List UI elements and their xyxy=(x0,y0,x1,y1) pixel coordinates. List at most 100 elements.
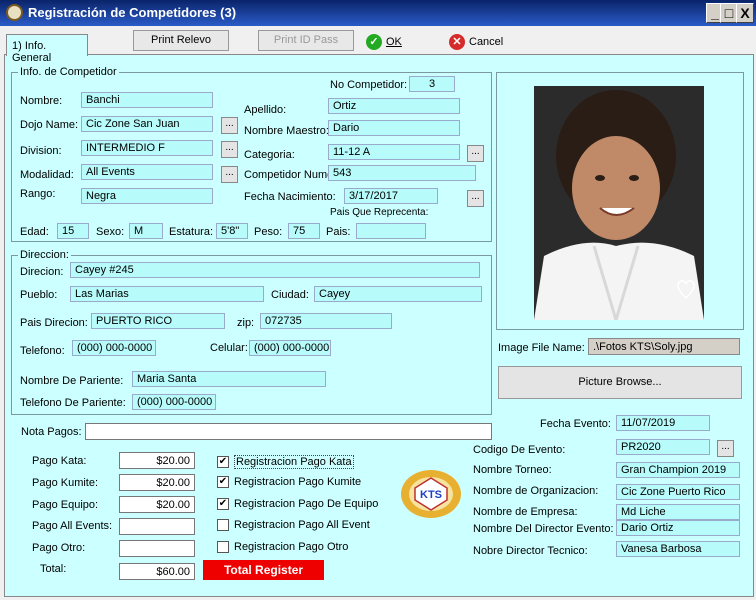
modalidad-browse-button[interactable]: ... xyxy=(221,166,238,183)
pueblo-field[interactable]: Las Marias xyxy=(70,286,264,302)
modalidad-field[interactable]: All Events xyxy=(81,164,213,180)
close-button[interactable]: X xyxy=(736,3,754,23)
fecha-evento-field[interactable]: 11/07/2019 xyxy=(616,415,710,431)
competitor-photo xyxy=(534,86,704,320)
ok-button[interactable]: ✓ OK xyxy=(366,33,402,51)
check-pago-otro-label: Registracion Pago Otro xyxy=(234,541,349,553)
app-icon xyxy=(6,4,23,21)
right-eye-shape xyxy=(629,175,639,181)
zip-label: zip: xyxy=(237,317,255,329)
codigo-evento-browse-button[interactable]: ... xyxy=(717,440,734,457)
nota-pagos-field[interactable] xyxy=(85,423,492,440)
categoria-browse-button[interactable]: ... xyxy=(467,145,484,162)
cancel-button[interactable]: ✕ Cancel xyxy=(449,33,503,51)
division-label: Division: xyxy=(20,145,62,157)
director-evento-label: Nombre Del Director Evento: xyxy=(473,523,614,535)
checkbox-kata[interactable]: ✔ xyxy=(217,456,229,468)
sexo-field[interactable]: M xyxy=(129,223,163,239)
rango-field[interactable]: Negra xyxy=(81,188,213,204)
no-competidor-field[interactable]: 3 xyxy=(409,76,455,92)
fecha-evento-label: Fecha Evento: xyxy=(540,418,611,430)
check-icon: ✓ xyxy=(366,34,382,50)
pago-equipo-field[interactable]: $20.00 xyxy=(119,496,195,513)
check-pago-otro[interactable]: Registracion Pago Otro xyxy=(217,541,348,553)
numero-field[interactable]: 543 xyxy=(328,165,476,181)
check-pago-all-event-label: Registracion Pago All Event xyxy=(234,519,370,531)
director-evento-field[interactable]: Dario Ortiz xyxy=(616,520,740,536)
pariente-field[interactable]: Maria Santa xyxy=(132,371,326,387)
competitor-group-title: Info. de Competidor xyxy=(18,66,119,78)
pais-direcion-label: Pais Direcion: xyxy=(20,317,88,329)
pago-kata-label: Pago Kata: xyxy=(32,455,87,467)
telefono-pariente-field[interactable]: (000) 000-0000 xyxy=(132,394,216,410)
print-relevo-button[interactable]: Print Relevo xyxy=(133,30,229,51)
checkbox-equipo[interactable]: ✔ xyxy=(217,498,229,510)
edad-field[interactable]: 15 xyxy=(57,223,89,239)
checkbox-kumite[interactable]: ✔ xyxy=(217,476,229,488)
total-register-button[interactable]: Total Register xyxy=(203,560,324,580)
nombre-label: Nombre: xyxy=(20,95,63,107)
check-pago-all-event[interactable]: Registracion Pago All Event xyxy=(217,519,370,531)
direcion-field[interactable]: Cayey #245 xyxy=(70,262,480,278)
nacimiento-browse-button[interactable]: ... xyxy=(467,190,484,207)
total-label: Total: xyxy=(40,563,67,575)
dojo-label: Dojo Name: xyxy=(20,119,79,131)
check-pago-equipo[interactable]: ✔ Registracion Pago De Equipo xyxy=(217,498,378,510)
picture-browse-button[interactable]: Picture Browse... xyxy=(498,366,742,399)
codigo-evento-field[interactable]: PR2020 xyxy=(616,439,710,455)
pago-kata-field[interactable]: $20.00 xyxy=(119,452,195,469)
empresa-label: Nombre de Empresa: xyxy=(473,506,578,518)
window-title: Registración de Competidores (3) xyxy=(28,5,237,20)
pago-all-events-field[interactable] xyxy=(119,518,195,535)
director-tecnico-label: Nobre Director Tecnico: xyxy=(473,545,588,557)
division-browse-button[interactable]: ... xyxy=(221,141,238,158)
pago-kumite-field[interactable]: $20.00 xyxy=(119,474,195,491)
pais-field[interactable] xyxy=(356,223,426,239)
estatura-field[interactable]: 5'8" xyxy=(216,223,248,239)
title-bar: Registración de Competidores (3) _ □ X xyxy=(0,0,756,26)
director-tecnico-field[interactable]: Vanesa Barbosa xyxy=(616,541,740,557)
direcion-label: Direcion: xyxy=(20,266,64,278)
tab-info-general[interactable]: 1) Info. General xyxy=(6,34,88,64)
rango-label: Rango: xyxy=(20,188,56,200)
dojo-field[interactable]: Cic Zone San Juan xyxy=(81,116,213,132)
pago-otro-field[interactable] xyxy=(119,540,195,557)
sexo-label: Sexo: xyxy=(96,226,125,238)
dojo-browse-button[interactable]: ... xyxy=(221,117,238,134)
image-file-field[interactable]: .\Fotos KTS\Soly.jpg xyxy=(588,338,740,355)
organizacion-field[interactable]: Cic Zone Puerto Rico xyxy=(616,484,740,500)
nacimiento-field[interactable]: 3/17/2017 xyxy=(344,188,438,204)
peso-field[interactable]: 75 xyxy=(288,223,320,239)
categoria-field[interactable]: 11-12 A xyxy=(328,144,460,160)
peso-label: Peso: xyxy=(254,226,283,238)
division-field[interactable]: INTERMEDIO F xyxy=(81,140,213,156)
telefono-pariente-label: Telefono De Pariente: xyxy=(20,397,126,409)
print-id-pass-button[interactable]: Print ID Pass xyxy=(258,30,354,51)
check-pago-kumite[interactable]: ✔ Registracion Pago Kumite xyxy=(217,476,361,488)
kts-logo-drawing: KTS xyxy=(401,470,461,518)
zip-field[interactable]: 072735 xyxy=(260,313,392,329)
telefono-field[interactable]: (000) 000-0000 xyxy=(72,340,156,356)
checkbox-all-event[interactable] xyxy=(217,519,229,531)
nota-pagos-label: Nota Pagos: xyxy=(21,426,82,438)
pais-direcion-field[interactable]: PUERTO RICO xyxy=(91,313,225,329)
pago-otro-label: Pago Otro: xyxy=(32,542,86,554)
maestro-label: Nombre Maestro: xyxy=(244,125,329,137)
check-pago-kata[interactable]: ✔ Registracion Pago Kata xyxy=(217,455,354,469)
total-field[interactable]: $60.00 xyxy=(119,563,195,580)
cancel-label: Cancel xyxy=(469,36,504,48)
pago-kumite-label: Pago Kumite: xyxy=(32,477,99,489)
empresa-field[interactable]: Md Liche xyxy=(616,504,740,520)
nombre-field[interactable]: Banchi xyxy=(81,92,213,108)
ciudad-field[interactable]: Cayey xyxy=(314,286,482,302)
photo-drawing xyxy=(534,86,704,320)
maestro-field[interactable]: Dario xyxy=(328,120,460,136)
codigo-evento-label: Codigo De Evento: xyxy=(473,444,566,456)
nacimiento-label: Fecha Nacimiento: xyxy=(244,191,336,203)
nombre-torneo-field[interactable]: Gran Champion 2019 xyxy=(616,462,740,478)
celular-field[interactable]: (000) 000-0000 xyxy=(249,340,331,356)
cancel-icon: ✕ xyxy=(449,34,465,50)
checkbox-otro[interactable] xyxy=(217,541,229,553)
apellido-field[interactable]: Ortiz xyxy=(328,98,460,114)
check-pago-kata-label: Registracion Pago Kata xyxy=(234,455,354,469)
